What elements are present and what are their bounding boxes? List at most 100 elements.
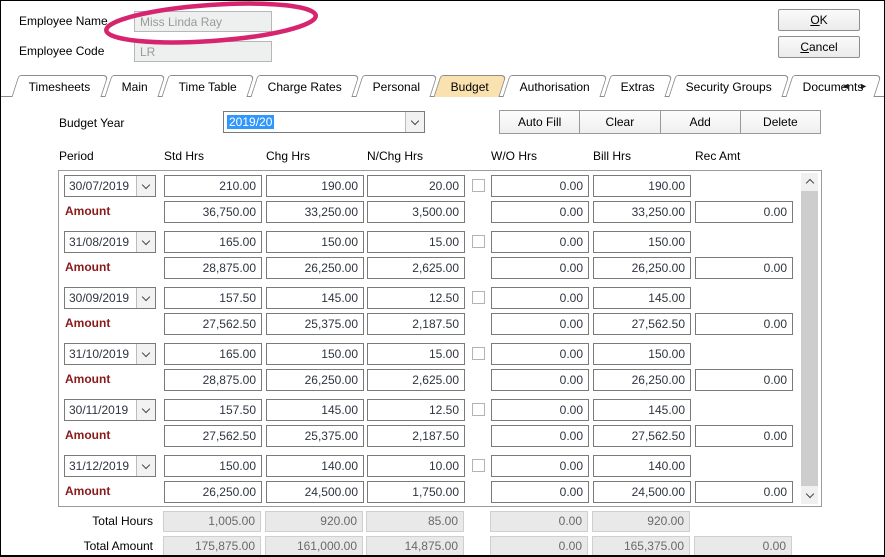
rec-amt-input[interactable] — [695, 425, 793, 447]
bill-hrs-input[interactable] — [593, 287, 691, 309]
std-hrs-input[interactable] — [164, 399, 262, 421]
wo-hrs-input[interactable] — [491, 287, 589, 309]
std-hrs-input[interactable] — [164, 455, 262, 477]
nchg-amt-input[interactable] — [367, 369, 465, 391]
std-amt-input[interactable] — [164, 425, 262, 447]
wo-amt-input[interactable] — [491, 201, 589, 223]
period-select[interactable]: 31/10/2019 — [64, 343, 156, 365]
vertical-scrollbar[interactable] — [801, 173, 818, 504]
period-select[interactable]: 30/07/2019 — [64, 175, 156, 197]
bill-amt-input[interactable] — [593, 425, 691, 447]
nchg-hrs-input[interactable] — [367, 455, 465, 477]
add-button[interactable]: Add — [660, 111, 740, 133]
chevron-down-icon[interactable] — [405, 112, 424, 132]
budget-year-select[interactable]: 2019/20 — [223, 111, 425, 133]
chevron-down-icon[interactable] — [136, 456, 155, 476]
wo-amt-input[interactable] — [491, 313, 589, 335]
nchg-hrs-input[interactable] — [367, 399, 465, 421]
clear-button[interactable]: Clear — [579, 111, 659, 133]
scrollbar-thumb[interactable] — [801, 191, 818, 486]
wo-hrs-input[interactable] — [491, 231, 589, 253]
chg-amt-input[interactable] — [266, 313, 364, 335]
nchg-hrs-input[interactable] — [367, 231, 465, 253]
chg-amt-input[interactable] — [266, 369, 364, 391]
chg-hrs-input[interactable] — [266, 343, 364, 365]
wo-checkbox[interactable] — [472, 179, 485, 192]
wo-checkbox[interactable] — [472, 347, 485, 360]
bill-amt-input[interactable] — [593, 369, 691, 391]
period-select[interactable]: 30/09/2019 — [64, 287, 156, 309]
nchg-amt-input[interactable] — [367, 257, 465, 279]
tab-personal[interactable]: Personal — [355, 75, 438, 97]
nchg-amt-input[interactable] — [367, 201, 465, 223]
std-hrs-input[interactable] — [164, 231, 262, 253]
chg-hrs-input[interactable] — [266, 231, 364, 253]
wo-amt-input[interactable] — [491, 425, 589, 447]
tab-time-table[interactable]: Time Table — [161, 75, 254, 97]
nchg-amt-input[interactable] — [367, 425, 465, 447]
bill-amt-input[interactable] — [593, 481, 691, 503]
chevron-down-icon[interactable] — [136, 176, 155, 196]
rec-amt-input[interactable] — [695, 369, 793, 391]
tab-security-groups[interactable]: Security Groups — [669, 75, 790, 97]
cancel-button[interactable]: Cancel — [778, 36, 860, 58]
chevron-down-icon[interactable] — [136, 344, 155, 364]
chg-amt-input[interactable] — [266, 257, 364, 279]
rec-amt-input[interactable] — [695, 257, 793, 279]
wo-checkbox[interactable] — [472, 403, 485, 416]
tab-charge-rates[interactable]: Charge Rates — [250, 75, 359, 97]
bill-hrs-input[interactable] — [593, 399, 691, 421]
nchg-amt-input[interactable] — [367, 481, 465, 503]
wo-checkbox[interactable] — [472, 235, 485, 248]
ok-button[interactable]: OK — [778, 9, 860, 31]
std-amt-input[interactable] — [164, 201, 262, 223]
std-amt-input[interactable] — [164, 481, 262, 503]
bill-hrs-input[interactable] — [593, 343, 691, 365]
chg-hrs-input[interactable] — [266, 175, 364, 197]
nchg-hrs-input[interactable] — [367, 175, 465, 197]
wo-hrs-input[interactable] — [491, 343, 589, 365]
nchg-hrs-input[interactable] — [367, 343, 465, 365]
bill-hrs-input[interactable] — [593, 175, 691, 197]
scroll-down-icon[interactable] — [801, 487, 818, 504]
chg-hrs-input[interactable] — [266, 455, 364, 477]
std-amt-input[interactable] — [164, 369, 262, 391]
chevron-down-icon[interactable] — [136, 288, 155, 308]
delete-button[interactable]: Delete — [740, 111, 820, 133]
bill-amt-input[interactable] — [593, 201, 691, 223]
wo-hrs-input[interactable] — [491, 175, 589, 197]
std-hrs-input[interactable] — [164, 287, 262, 309]
wo-hrs-input[interactable] — [491, 455, 589, 477]
period-select[interactable]: 30/11/2019 — [64, 399, 156, 421]
bill-amt-input[interactable] — [593, 257, 691, 279]
tab-extras[interactable]: Extras — [604, 75, 673, 97]
auto-fill-button[interactable]: Auto Fill — [500, 111, 579, 133]
bill-amt-input[interactable] — [593, 313, 691, 335]
nchg-hrs-input[interactable] — [367, 287, 465, 309]
chg-amt-input[interactable] — [266, 425, 364, 447]
period-select[interactable]: 31/12/2019 — [64, 455, 156, 477]
tab-scroll-right-icon[interactable]: ► — [859, 81, 868, 91]
tab-timesheets[interactable]: Timesheets — [11, 75, 108, 97]
std-hrs-input[interactable] — [164, 175, 262, 197]
tab-scroll-left-icon[interactable]: ◄ — [841, 81, 850, 91]
scroll-up-icon[interactable] — [801, 173, 818, 190]
chg-hrs-input[interactable] — [266, 287, 364, 309]
chg-hrs-input[interactable] — [266, 399, 364, 421]
rec-amt-input[interactable] — [695, 201, 793, 223]
std-hrs-input[interactable] — [164, 343, 262, 365]
tab-budget[interactable]: Budget — [433, 75, 506, 97]
rec-amt-input[interactable] — [695, 313, 793, 335]
period-select[interactable]: 31/08/2019 — [64, 231, 156, 253]
chevron-down-icon[interactable] — [136, 232, 155, 252]
rec-amt-input[interactable] — [695, 481, 793, 503]
wo-checkbox[interactable] — [472, 459, 485, 472]
tab-authorisation[interactable]: Authorisation — [503, 75, 608, 97]
wo-amt-input[interactable] — [491, 369, 589, 391]
wo-checkbox[interactable] — [472, 291, 485, 304]
nchg-amt-input[interactable] — [367, 313, 465, 335]
tab-main[interactable]: Main — [104, 75, 165, 97]
bill-hrs-input[interactable] — [593, 231, 691, 253]
chg-amt-input[interactable] — [266, 481, 364, 503]
chevron-down-icon[interactable] — [136, 400, 155, 420]
